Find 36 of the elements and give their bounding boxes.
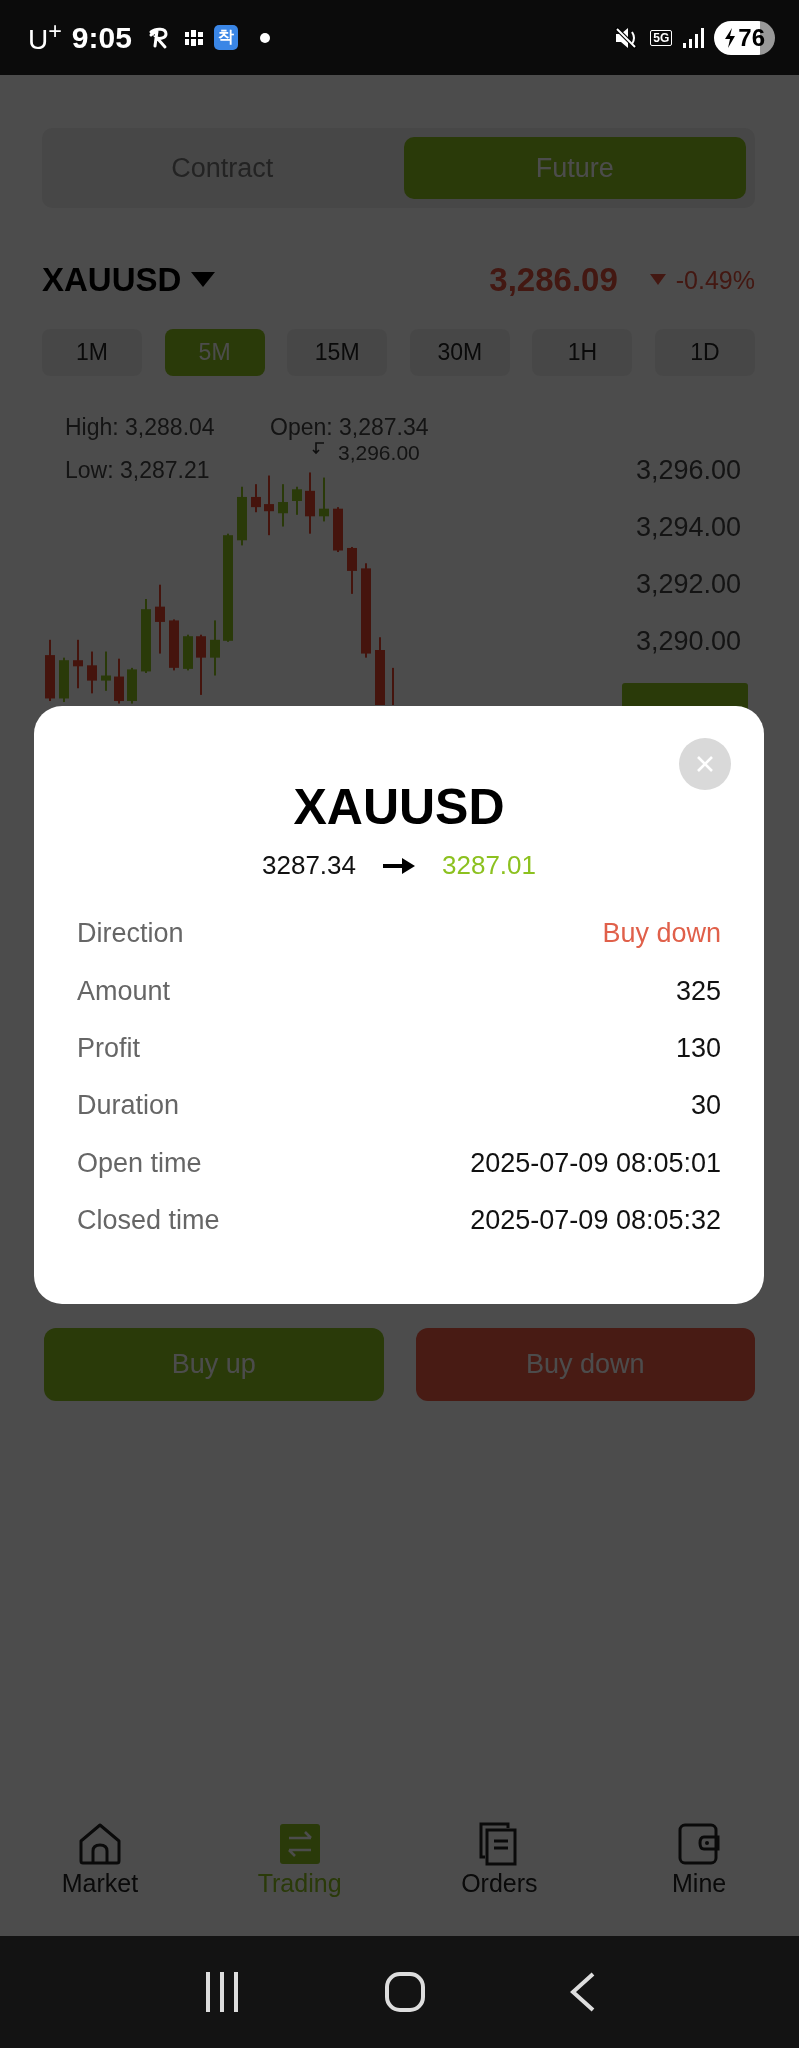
dialog-title: XAUUSD <box>292 778 506 836</box>
grid-icon <box>183 28 204 47</box>
network-label: 5G <box>650 29 673 46</box>
high-stat: High: 3,288.04 <box>65 414 215 441</box>
detail-value: 30 <box>690 1090 721 1122</box>
detail-label: Duration <box>77 1090 180 1122</box>
carrier-label: U$^{+}$ <box>28 18 62 57</box>
detail-label: Closed time <box>77 1205 220 1237</box>
detail-value: 2025-07-09 08:05:32 <box>470 1205 721 1237</box>
detail-value: Buy down <box>602 918 721 950</box>
detail-label: Direction <box>77 918 184 950</box>
open-price: 3287.34 <box>262 850 356 881</box>
axis-label: 3,296.00 <box>636 455 742 486</box>
signal-icon <box>682 26 705 49</box>
home-button-icon[interactable] <box>385 1972 426 2012</box>
current-price: 3,286.09 <box>489 261 618 299</box>
notification-dot-icon <box>259 32 270 43</box>
price-change: -0.49% <box>675 265 755 295</box>
axis-label: 3,290.00 <box>636 626 742 657</box>
close-icon <box>695 754 715 774</box>
detail-label: Amount <box>77 975 171 1007</box>
right-arrow-icon <box>382 855 416 876</box>
battery-indicator: 76 <box>714 20 775 55</box>
axis-label: 3,294.00 <box>636 512 742 543</box>
detail-value: 2025-07-09 08:05:01 <box>470 1147 721 1179</box>
detail-label: Open time <box>77 1147 202 1179</box>
app-badge: 착 <box>213 25 238 50</box>
detail-value: 130 <box>675 1032 721 1064</box>
peak-price-label: 3,296.00 <box>338 441 420 465</box>
close-price: 3287.01 <box>442 850 536 881</box>
detail-value: 325 <box>675 975 721 1007</box>
low-stat: Low: 3,287.21 <box>65 457 210 484</box>
axis-label: 3,292.00 <box>636 569 742 600</box>
detail-label: Profit <box>77 1032 141 1064</box>
clock: 9:05 <box>71 20 132 55</box>
open-stat: Open: 3,287.34 <box>270 414 429 441</box>
